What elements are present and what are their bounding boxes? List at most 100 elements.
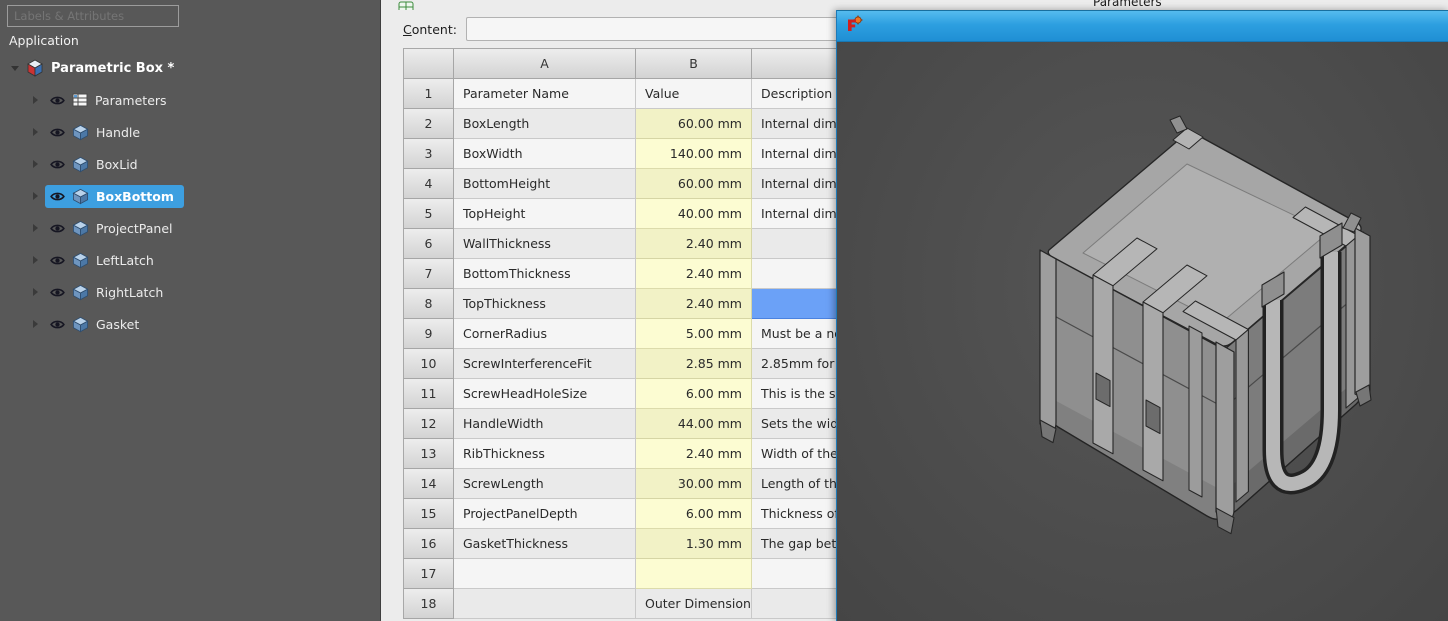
cell-A18[interactable] <box>454 589 636 619</box>
cell-A16[interactable]: GasketThickness <box>454 529 636 559</box>
row-header-1[interactable]: 1 <box>404 79 454 109</box>
cell-B12[interactable]: 44.00 mm <box>636 409 752 439</box>
cell-A5[interactable]: TopHeight <box>454 199 636 229</box>
select-all-corner[interactable] <box>404 49 454 79</box>
tree-item-boxlid[interactable]: BoxLid <box>0 148 380 180</box>
corner-bumper <box>1355 228 1370 399</box>
cell-A2[interactable]: BoxLength <box>454 109 636 139</box>
visibility-eye-icon[interactable] <box>50 189 65 204</box>
cell-B3[interactable]: 140.00 mm <box>636 139 752 169</box>
cell-A11[interactable]: ScrewHeadHoleSize <box>454 379 636 409</box>
row-header-3[interactable]: 3 <box>404 139 454 169</box>
row-header-4[interactable]: 4 <box>404 169 454 199</box>
expand-chevron-icon[interactable] <box>33 128 38 136</box>
tree-item-leftlatch[interactable]: LeftLatch <box>0 244 380 276</box>
row-header-14[interactable]: 14 <box>404 469 454 499</box>
visibility-eye-icon[interactable] <box>50 93 65 108</box>
expand-chevron-icon[interactable] <box>33 224 38 232</box>
tree-item-label: Gasket <box>96 317 139 332</box>
row-header-12[interactable]: 12 <box>404 409 454 439</box>
tree-item-label: Handle <box>96 125 140 140</box>
cell-A4[interactable]: BottomHeight <box>454 169 636 199</box>
visibility-eye-icon[interactable] <box>50 317 65 332</box>
3d-view-titlebar[interactable] <box>837 10 1448 42</box>
expand-chevron-icon[interactable] <box>33 192 38 200</box>
row-header-18[interactable]: 18 <box>404 589 454 619</box>
cell-B7[interactable]: 2.40 mm <box>636 259 752 289</box>
tree-item-projectpanel[interactable]: ProjectPanel <box>0 212 380 244</box>
tree-item-gasket[interactable]: Gasket <box>0 308 380 340</box>
cell-B10[interactable]: 2.85 mm <box>636 349 752 379</box>
expand-chevron-icon[interactable] <box>33 160 38 168</box>
cell-B16[interactable]: 1.30 mm <box>636 529 752 559</box>
row-header-5[interactable]: 5 <box>404 199 454 229</box>
row-header-13[interactable]: 13 <box>404 439 454 469</box>
parameters-tab-label[interactable]: Parameters <box>1093 0 1162 9</box>
row-header-2[interactable]: 2 <box>404 109 454 139</box>
case-rib <box>1189 326 1202 497</box>
row-header-16[interactable]: 16 <box>404 529 454 559</box>
3d-viewport[interactable] <box>837 42 1448 621</box>
part-cube-icon <box>72 284 89 301</box>
cell-B15[interactable]: 6.00 mm <box>636 499 752 529</box>
cell-B9[interactable]: 5.00 mm <box>636 319 752 349</box>
expand-chevron-icon[interactable] <box>33 96 38 104</box>
tree-item-handle[interactable]: Handle <box>0 116 380 148</box>
cell-B8[interactable]: 2.40 mm <box>636 289 752 319</box>
cell-A1[interactable]: Parameter Name <box>454 79 636 109</box>
part-cube-icon <box>72 124 89 141</box>
visibility-eye-icon[interactable] <box>50 221 65 236</box>
hinge-tab <box>1170 116 1187 133</box>
row-header-15[interactable]: 15 <box>404 499 454 529</box>
cell-B14[interactable]: 30.00 mm <box>636 469 752 499</box>
cell-B1[interactable]: Value <box>636 79 752 109</box>
cell-A6[interactable]: WallThickness <box>454 229 636 259</box>
tree-item-parametric-box[interactable]: Parametric Box * <box>0 52 380 84</box>
row-header-6[interactable]: 6 <box>404 229 454 259</box>
model-tree-panel: Application Parametric Box * ParametersH… <box>0 0 381 621</box>
cell-A8[interactable]: TopThickness <box>454 289 636 319</box>
tree-item-label: BoxLid <box>96 157 138 172</box>
cell-A14[interactable]: ScrewLength <box>454 469 636 499</box>
row-header-9[interactable]: 9 <box>404 319 454 349</box>
cell-A15[interactable]: ProjectPanelDepth <box>454 499 636 529</box>
tree-item-boxbottom[interactable]: BoxBottom <box>0 180 380 212</box>
tree-item-rightlatch[interactable]: RightLatch <box>0 276 380 308</box>
tree-filter-input[interactable] <box>7 5 179 27</box>
row-header-11[interactable]: 11 <box>404 379 454 409</box>
corner-bumper <box>1216 342 1234 518</box>
row-header-8[interactable]: 8 <box>404 289 454 319</box>
cell-B2[interactable]: 60.00 mm <box>636 109 752 139</box>
row-header-17[interactable]: 17 <box>404 559 454 589</box>
cell-B6[interactable]: 2.40 mm <box>636 229 752 259</box>
expand-chevron-icon[interactable] <box>33 288 38 296</box>
visibility-eye-icon[interactable] <box>50 125 65 140</box>
cell-A9[interactable]: CornerRadius <box>454 319 636 349</box>
cell-B4[interactable]: 60.00 mm <box>636 169 752 199</box>
cell-A12[interactable]: HandleWidth <box>454 409 636 439</box>
freecad-main-window: Application Parametric Box * ParametersH… <box>0 0 1448 621</box>
part-cube-icon <box>72 220 89 237</box>
cell-B11[interactable]: 6.00 mm <box>636 379 752 409</box>
column-header-B[interactable]: B <box>636 49 752 79</box>
tree-item-parameters[interactable]: Parameters <box>0 84 380 116</box>
cell-B17[interactable] <box>636 559 752 589</box>
cell-A3[interactable]: BoxWidth <box>454 139 636 169</box>
cell-A7[interactable]: BottomThickness <box>454 259 636 289</box>
visibility-eye-icon[interactable] <box>50 253 65 268</box>
column-header-A[interactable]: A <box>454 49 636 79</box>
cell-B18[interactable]: Outer Dimensions <box>636 589 752 619</box>
collapse-chevron-icon[interactable] <box>11 66 19 71</box>
expand-chevron-icon[interactable] <box>33 256 38 264</box>
cell-A17[interactable] <box>454 559 636 589</box>
row-header-10[interactable]: 10 <box>404 349 454 379</box>
cell-A10[interactable]: ScrewInterferenceFit <box>454 349 636 379</box>
cell-B13[interactable]: 2.40 mm <box>636 439 752 469</box>
part-cube-icon <box>72 188 89 205</box>
cell-B5[interactable]: 40.00 mm <box>636 199 752 229</box>
cell-A13[interactable]: RibThickness <box>454 439 636 469</box>
visibility-eye-icon[interactable] <box>50 285 65 300</box>
row-header-7[interactable]: 7 <box>404 259 454 289</box>
visibility-eye-icon[interactable] <box>50 157 65 172</box>
expand-chevron-icon[interactable] <box>33 320 38 328</box>
